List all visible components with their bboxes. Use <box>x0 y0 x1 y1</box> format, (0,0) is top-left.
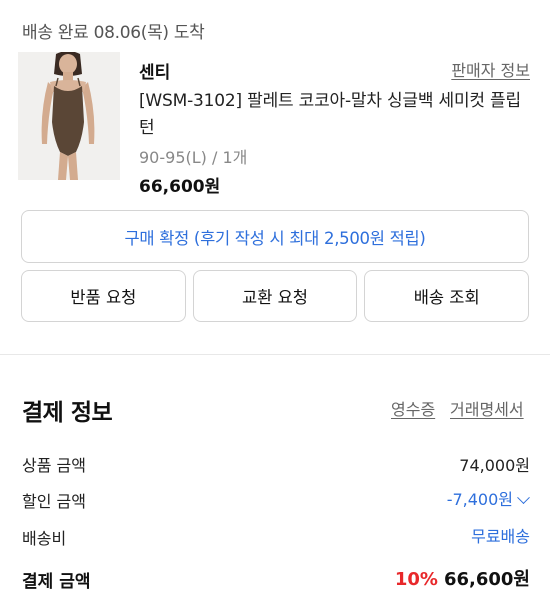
swimsuit-icon <box>18 52 120 180</box>
purchase-confirm-button[interactable]: 구매 확정 (후기 작성 시 최대 2,500원 적립) <box>21 210 529 263</box>
discount-amount-toggle[interactable]: -7,400원 <box>446 486 530 510</box>
shipping-fee-label: 배송비 <box>22 529 67 548</box>
product-option: 90-95(L) / 1개 <box>139 148 248 167</box>
return-request-button[interactable]: 반품 요청 <box>21 270 186 322</box>
discount-amount-value: -7,400원 <box>446 490 513 509</box>
product-name[interactable]: [WSM-3102] 팔레트 코코아-말차 싱글백 세미컷 플립턴 <box>139 88 529 142</box>
total-amount: 10% 66,600원 <box>395 565 530 591</box>
order-actions: 반품 요청 교환 요청 배송 조회 <box>21 270 530 322</box>
total-amount-value: 66,600원 <box>443 569 530 590</box>
receipt-link[interactable]: 영수증 <box>391 396 435 420</box>
seller-name[interactable]: 센티 <box>139 58 170 83</box>
discount-percent: 10% <box>394 569 438 590</box>
chevron-down-icon <box>517 491 530 505</box>
transaction-statement-link[interactable]: 거래명세서 <box>450 396 524 420</box>
shipping-fee-value[interactable]: 무료배송 <box>471 523 530 547</box>
section-divider <box>0 354 550 355</box>
product-thumbnail[interactable] <box>18 52 120 180</box>
product-price: 66,600원 <box>139 177 221 197</box>
discount-amount-label: 할인 금액 <box>22 492 86 511</box>
exchange-request-button[interactable]: 교환 요청 <box>192 270 358 322</box>
total-amount-label: 결제 금액 <box>22 572 91 592</box>
payment-title: 결제 정보 <box>22 400 113 426</box>
product-amount-value: 74,000원 <box>459 456 530 475</box>
product-card: 센티 판매자 정보 [WSM-3102] 팔레트 코코아-말차 싱글백 세미컷 … <box>18 52 530 197</box>
seller-info-link[interactable]: 판매자 정보 <box>451 57 530 81</box>
delivery-status: 배송 완료 08.06(목) 도착 <box>22 23 205 43</box>
delivery-tracking-button[interactable]: 배송 조회 <box>364 270 530 322</box>
product-amount-label: 상품 금액 <box>22 456 86 475</box>
